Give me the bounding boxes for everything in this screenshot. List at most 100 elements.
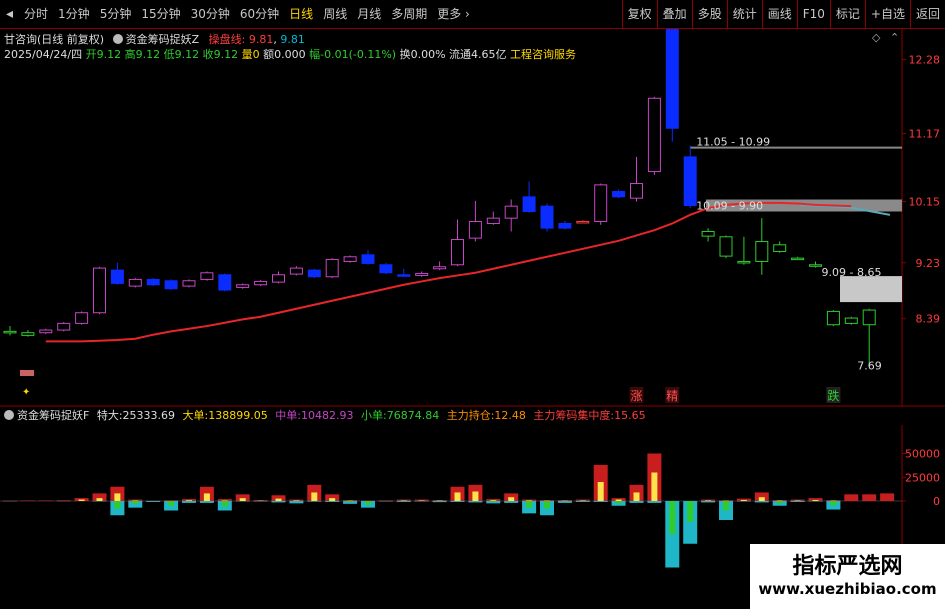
- volume-bar-10: [182, 499, 196, 503]
- candle-body: [719, 236, 733, 257]
- volume-bar-13: [235, 494, 250, 502]
- period-tab-1[interactable]: 1分钟: [53, 0, 95, 28]
- candle-body: [844, 317, 858, 324]
- vol-cyan: [647, 501, 662, 503]
- candle-body: [307, 269, 321, 278]
- vol-yellow: [526, 500, 533, 501]
- turn-label: 换: [399, 48, 411, 61]
- func-button-0[interactable]: 复权: [621, 0, 657, 28]
- candle-body: [93, 267, 106, 314]
- candle-37: [665, 29, 679, 142]
- volume-bar-34: [611, 498, 626, 506]
- main-chart[interactable]: 12.2811.1710.159.238.3913.1411.05 - 10.9…: [0, 29, 945, 407]
- up-arrow-icon[interactable]: ⌃: [890, 31, 899, 44]
- candle-body: [701, 230, 715, 237]
- volume-bar-49: [880, 493, 895, 501]
- candle-body: [737, 260, 751, 264]
- xiaodan-value: 76874.84: [386, 409, 440, 422]
- candle-18: [325, 258, 339, 279]
- period-tab-0[interactable]: 分时: [19, 0, 53, 28]
- func-button-8[interactable]: 返回: [909, 0, 945, 28]
- candle-body: [343, 256, 357, 262]
- chg-label: 幅: [309, 48, 321, 61]
- indicator1-name[interactable]: 资金筹码捉妖Z: [126, 33, 200, 46]
- volume-bar-18: [325, 494, 340, 502]
- func-button-4[interactable]: 画线: [761, 0, 797, 28]
- vol-cyan: [701, 501, 716, 503]
- candle-body: [594, 184, 608, 222]
- ohlc-info-line: 2025/04/24/四 开9.12 高9.12 低9.12 收9.12 量0 …: [4, 46, 576, 62]
- func-button-2[interactable]: 多股: [691, 0, 727, 28]
- vol-cyan: [593, 501, 608, 502]
- left-marker: [20, 370, 34, 376]
- period-tab-6[interactable]: 日线: [284, 0, 318, 28]
- candle-36: [647, 96, 661, 175]
- vol-cyan: [146, 501, 161, 502]
- zlcc-label: 主力持仓:: [446, 409, 495, 422]
- candle-body: [397, 274, 411, 277]
- candle-body: [773, 244, 787, 252]
- price-annotation-4: 7.69: [857, 359, 882, 372]
- period-tab-7[interactable]: 周线: [318, 0, 352, 28]
- diamond-icon[interactable]: ◇: [872, 31, 880, 44]
- vol-value: 0: [252, 48, 260, 61]
- volume-bar-5: [92, 493, 107, 502]
- vol-green: [365, 501, 371, 505]
- period-tab-3[interactable]: 15分钟: [136, 0, 185, 28]
- vol-yellow: [740, 500, 747, 501]
- candle-4: [75, 311, 89, 325]
- func-button-7[interactable]: +自选: [864, 0, 910, 28]
- price-annotation-1: 11.05 - 10.99: [696, 136, 770, 149]
- vol-yellow: [329, 498, 336, 501]
- low-label: 低: [163, 48, 175, 61]
- candle-body: [665, 29, 679, 129]
- vol-cyan: [557, 501, 572, 503]
- volume-bar-32: [575, 499, 590, 502]
- price-tick-label: 8.39: [916, 313, 941, 326]
- period-tab-5[interactable]: 60分钟: [235, 0, 284, 28]
- vol-green: [723, 501, 729, 511]
- volume-bar-23: [414, 499, 429, 502]
- period-tab-10[interactable]: 更多 ›: [432, 0, 475, 28]
- volume-bar-27: [486, 499, 501, 504]
- volume-bar-8: [146, 500, 161, 502]
- indicator2-header: 资金筹码捉妖F 特大:25333.69 大单:138899.05 中单:1048…: [0, 407, 945, 425]
- vol-cyan: [289, 501, 304, 504]
- period-tab-9[interactable]: 多周期: [386, 0, 432, 28]
- amt-value: 0.000: [274, 48, 306, 61]
- back-arrow-icon[interactable]: ◂: [0, 0, 19, 28]
- candle-47: [844, 316, 858, 325]
- func-button-6[interactable]: 标记: [829, 0, 865, 28]
- vol-yellow: [239, 498, 246, 501]
- zlcc-value: 12.48: [494, 409, 526, 422]
- candle-body: [826, 310, 840, 326]
- period-tab-8[interactable]: 月线: [352, 0, 386, 28]
- func-button-5[interactable]: F10: [796, 0, 830, 28]
- volume-bar-44: [790, 499, 805, 502]
- candle-3: [57, 322, 71, 332]
- vol-cyan: [468, 501, 483, 503]
- indicator2-name[interactable]: 资金筹码捉妖F: [17, 409, 89, 422]
- func-button-1[interactable]: 叠加: [656, 0, 692, 28]
- vol-red: [844, 494, 859, 501]
- open-value: 9.12: [96, 48, 122, 61]
- vol-yellow: [114, 493, 121, 501]
- candle-body: [486, 217, 500, 224]
- watermark-title: 指标严选网: [792, 554, 903, 579]
- ind1-value1: 9.81: [248, 33, 274, 46]
- settings-gear-icon[interactable]: [4, 410, 14, 420]
- period-tab-2[interactable]: 5分钟: [95, 0, 137, 28]
- candle-12: [218, 273, 232, 292]
- candle-body: [504, 205, 518, 219]
- volume-bar-11: [199, 486, 214, 503]
- period-tab-4[interactable]: 30分钟: [186, 0, 235, 28]
- zljz-label: 主力筹码集中度:: [533, 409, 615, 422]
- period-toolbar: ◂ 分时 1分钟 5分钟 15分钟 30分钟 60分钟 日线 周线 月线 多周期 更多 › 复权 叠加…: [0, 0, 945, 29]
- candle-body: [272, 274, 285, 283]
- func-button-3[interactable]: 统计: [726, 0, 762, 28]
- settings-gear-icon[interactable]: [112, 34, 123, 44]
- candle-body: [791, 257, 805, 261]
- candle-body: [647, 97, 661, 173]
- vol-green: [544, 501, 550, 509]
- volume-bar-1: [20, 500, 35, 501]
